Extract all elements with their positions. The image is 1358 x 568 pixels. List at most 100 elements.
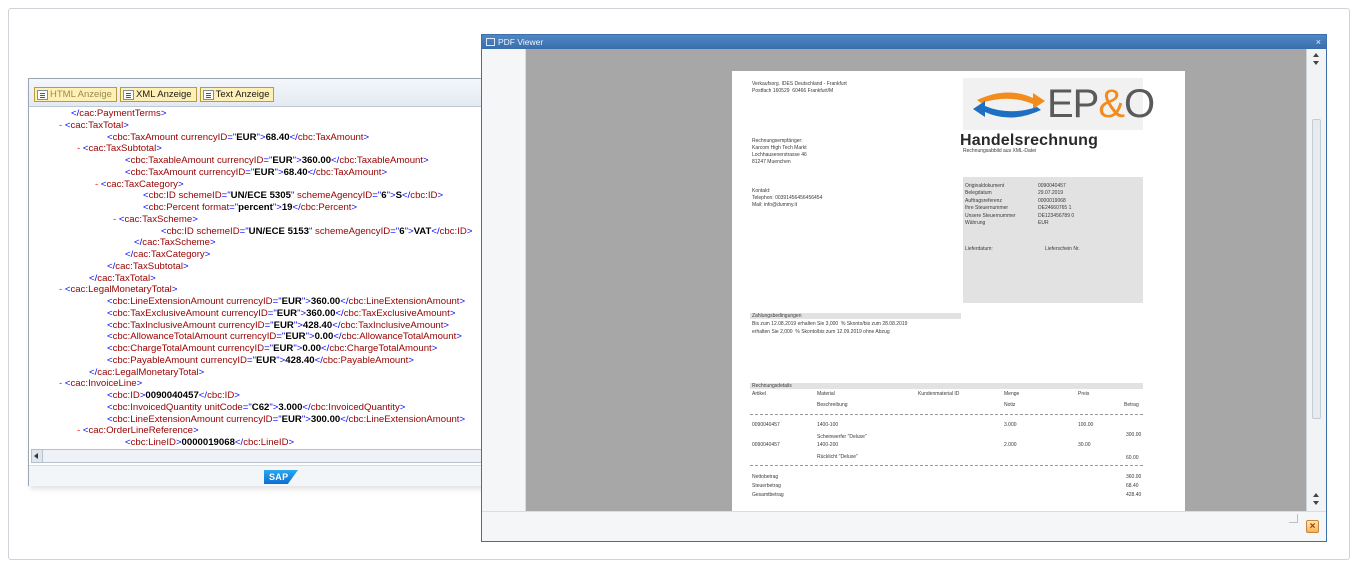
scroll-down-small-icon[interactable]	[1313, 61, 1319, 65]
html-doc-icon	[37, 89, 48, 100]
scroll-up-icon[interactable]	[1313, 53, 1319, 57]
tab-label: Text Anzeige	[215, 89, 270, 100]
recipient-line: Karcom High Tech Markt	[752, 145, 807, 151]
item-material: 1400-100	[817, 422, 839, 428]
swap-arrows-icon	[973, 92, 1045, 118]
item-betrag: 300.00	[1126, 432, 1142, 438]
scroll-left-button[interactable]	[32, 450, 43, 462]
doc-info-value: 29.07.2019	[1038, 190, 1064, 197]
payment-term-line: erhalten Sie 2,000 % Skonto/bis zum 12.0…	[752, 329, 890, 335]
total-label: Nettobetrag	[752, 474, 779, 480]
close-icon[interactable]: ×	[1316, 35, 1321, 49]
pdf-viewer-statusbar: ×	[482, 511, 1326, 541]
tab-label: HTML Anzeige	[50, 89, 112, 100]
col-kundenmaterial: Kundenmaterial ID	[918, 391, 960, 397]
tab-html-anzeige[interactable]: HTML Anzeige	[34, 87, 117, 102]
xml-line: - <cac:LegalMonetaryTotal>	[59, 284, 178, 296]
tab-xml-anzeige[interactable]: XML Anzeige	[119, 87, 197, 102]
recipient-line: 81247 Muenchen	[752, 159, 791, 165]
xml-line: - <cac:TaxScheme>	[113, 213, 198, 225]
xml-line: <cbc:ID schemeID="UN/ECE 5153" schemeAge…	[161, 225, 473, 237]
recipient-label: Rechnungsempfänger:	[752, 138, 803, 144]
window-titlebar[interactable]: PDF Viewer ×	[482, 35, 1326, 49]
pdf-document-area[interactable]: Verkaufsorg. IDES Deutschland - Frankfur…	[526, 49, 1306, 527]
xml-line: <cbc:TaxInclusiveAmount currencyID="EUR"…	[107, 319, 450, 331]
scroll-up-small-icon[interactable]	[1313, 493, 1319, 497]
item-menge: 3.000	[1004, 422, 1017, 428]
xml-line: </cac:LegalMonetaryTotal>	[89, 366, 205, 378]
divider	[750, 465, 1143, 466]
pdf-viewer-window: PDF Viewer × Verkaufsorg. IDES Deutschla…	[481, 34, 1327, 542]
item-beschreibung: Rücklicht "Deluxe"	[817, 454, 858, 460]
doc-info-value: EUR	[1038, 220, 1049, 226]
window-title: PDF Viewer	[498, 37, 544, 47]
vertical-scrollbar[interactable]	[1306, 49, 1326, 511]
doc-info-label: Auftragsreferenz	[965, 197, 1002, 204]
contact-line: Telephon: 00391456456456454	[752, 195, 823, 201]
payment-term-line: Bis zum 12.08.2019 erhalten Sie 3,000 % …	[752, 321, 908, 327]
company-logo: EP&O	[963, 78, 1155, 130]
delivery-note-label: Lieferschein Nr.	[1045, 246, 1080, 252]
item-preis: 30.00	[1078, 442, 1091, 448]
xml-line: - <cac:TaxCategory>	[95, 178, 184, 190]
col-preis: Preis	[1078, 391, 1090, 397]
doc-info-label: Unsere Steuernummer	[965, 212, 1016, 219]
doc-info-value: DE123456789 0	[1038, 212, 1075, 219]
xml-line: </cac:TaxTotal>	[89, 272, 156, 284]
doc-info-label: Ihre Steuernummer	[965, 205, 1009, 212]
pdf-side-panel	[482, 49, 526, 511]
scroll-down-icon[interactable]	[1313, 501, 1319, 505]
xml-line: <cbc:TaxableAmount currencyID="EUR">360.…	[125, 155, 429, 166]
xml-doc-icon	[122, 89, 134, 100]
sap-logo: SAP	[264, 470, 298, 484]
col-artikel: Artikel	[752, 391, 766, 397]
xml-line: </cac:TaxSubtotal>	[107, 260, 189, 272]
xml-line: <cbc:PayableAmount currencyID="EUR">428.…	[107, 354, 414, 366]
xml-line: - <cac:OrderLineReference>	[77, 425, 199, 437]
xml-line: <cbc:TaxExclusiveAmount currencyID="EUR"…	[107, 307, 456, 319]
col-notiz: Notiz	[1004, 402, 1016, 408]
tab-text-anzeige[interactable]: Text Anzeige	[199, 87, 275, 102]
window-icon	[486, 38, 495, 46]
payment-header: Zahlungsbedingungen	[752, 313, 802, 319]
tab-label: XML Anzeige	[135, 89, 192, 100]
xml-line: <cbc:LineExtensionAmount currencyID="EUR…	[107, 296, 466, 307]
col-menge: Menge	[1004, 391, 1020, 397]
total-label: Steuerbetrag	[752, 483, 781, 489]
col-material: Material	[817, 391, 835, 397]
close-button[interactable]: ×	[1306, 520, 1319, 533]
xml-line: <cbc:LineID>0000019068</cbc:LineID>	[125, 437, 295, 448]
xml-line: <cbc:ChargeTotalAmount currencyID="EUR">…	[107, 343, 438, 354]
xml-line: <cbc:ID>0090040457</cbc:ID>	[107, 390, 240, 401]
xml-line: - <cac:InvoiceLine>	[59, 378, 143, 390]
item-menge: 2.000	[1004, 442, 1017, 448]
resize-grip-icon[interactable]	[1289, 514, 1298, 523]
xml-line: </cac:PaymentTerms>	[71, 108, 167, 119]
details-header-bar	[750, 383, 1143, 389]
doc-info-value: 0000019068	[1038, 197, 1066, 204]
recipient-line: Lochhausenerstrasse 46	[752, 152, 807, 158]
item-artikel: 0090040457	[752, 422, 780, 428]
item-beschreibung: Scheinwerfer "Deluxe"	[817, 434, 867, 440]
xml-line: - <cac:TaxSubtotal>	[77, 143, 162, 155]
doc-info-label: Währung	[965, 220, 986, 226]
scroll-thumb[interactable]	[1312, 119, 1321, 419]
xml-line: <cbc:TaxAmount currencyID="EUR">68.40</c…	[125, 166, 388, 178]
item-material: 1400-200	[817, 442, 839, 448]
sender-line: Postfach 160529 60466 Frankfurt/M	[752, 88, 834, 94]
divider	[750, 414, 1143, 415]
xml-line: <cbc:InvoicedQuantity unitCode="C62">3.0…	[107, 401, 406, 413]
total-label: Gesamtbetrag	[752, 492, 784, 498]
logo-text: EP&O	[1047, 82, 1155, 126]
contact-line: Mail: info@dummy.it	[752, 202, 797, 208]
total-value: 68.40	[1126, 483, 1139, 489]
item-artikel: 0090040457	[752, 442, 780, 448]
xml-line: </cac:TaxScheme>	[134, 237, 216, 249]
xml-line: </cac:TaxCategory>	[125, 249, 211, 260]
col-betrag: Betrag	[1124, 402, 1139, 408]
item-betrag: 60.00	[1126, 455, 1139, 461]
contact-line: Kontakt:	[752, 188, 771, 194]
doc-info-label: Originaldokument	[965, 183, 1005, 189]
doc-info-value: DE24660765 1	[1038, 205, 1072, 212]
xml-line: <cbc:LineExtensionAmount currencyID="EUR…	[107, 413, 466, 425]
